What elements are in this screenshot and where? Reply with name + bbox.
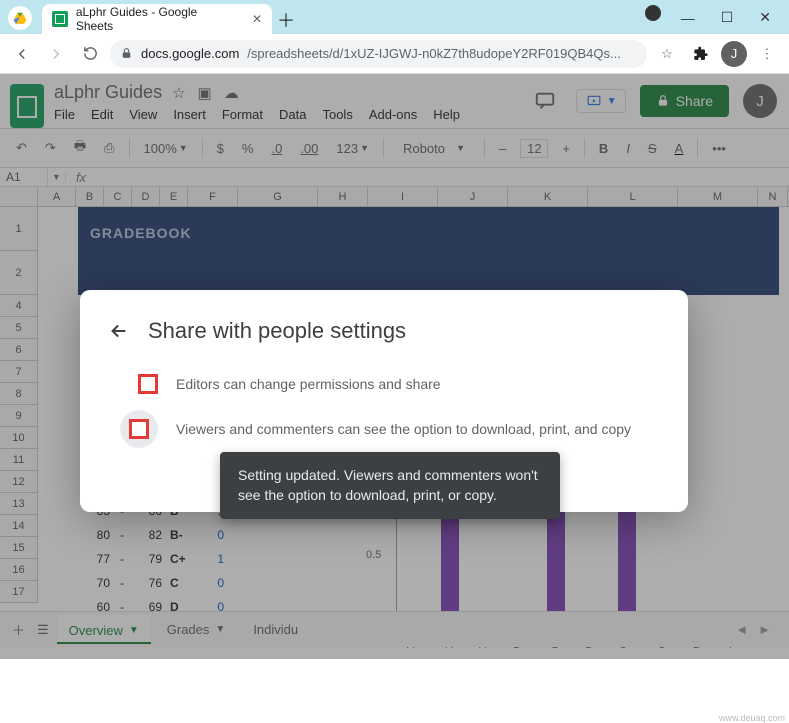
drive-icon — [8, 6, 32, 30]
url-host: docs.google.com — [141, 46, 239, 61]
setting-viewers-download[interactable]: Viewers and commenters can see the optio… — [108, 402, 660, 456]
back-button[interactable] — [8, 40, 36, 68]
window-controls: — ☐ ✕ — [681, 9, 789, 34]
tab-title: aLphr Guides - Google Sheets — [76, 5, 236, 33]
close-icon[interactable]: ✕ — [252, 12, 262, 26]
checkbox-icon[interactable] — [129, 419, 149, 439]
maximize-icon[interactable]: ☐ — [721, 9, 734, 26]
watermark: www.deuaq.com — [719, 713, 785, 723]
extensions-icon[interactable] — [687, 40, 715, 68]
setting-editors-permissions[interactable]: Editors can change permissions and share — [108, 366, 660, 402]
lock-icon — [120, 47, 133, 60]
sheets-icon — [52, 11, 68, 27]
bookmark-icon[interactable]: ☆ — [653, 40, 681, 68]
modal-title: Share with people settings — [148, 318, 406, 344]
new-tab-button[interactable]: ＋ — [272, 6, 300, 34]
reload-button[interactable] — [76, 40, 104, 68]
browser-toolbar: docs.google.com/spreadsheets/d/1xUZ-IJGW… — [0, 34, 789, 74]
setting-label: Viewers and commenters can see the optio… — [176, 421, 631, 437]
address-bar[interactable]: docs.google.com/spreadsheets/d/1xUZ-IJGW… — [110, 40, 647, 68]
checkbox-icon[interactable] — [138, 374, 158, 394]
close-window-icon[interactable]: ✕ — [759, 9, 771, 26]
browser-tab[interactable]: aLphr Guides - Google Sheets ✕ — [42, 4, 272, 34]
back-arrow-icon[interactable] — [108, 320, 130, 342]
url-path: /spreadsheets/d/1xUZ-IJGWJ-n0kZ7th8udope… — [247, 46, 621, 61]
shield-icon[interactable] — [645, 5, 661, 21]
setting-label: Editors can change permissions and share — [176, 376, 441, 392]
browser-menu-icon[interactable]: ⋮ — [753, 40, 781, 68]
profile-avatar[interactable]: J — [721, 41, 747, 67]
minimize-icon[interactable]: — — [681, 10, 695, 26]
window-titlebar: aLphr Guides - Google Sheets ✕ ＋ — ☐ ✕ — [0, 0, 789, 34]
toast-message: Setting updated. Viewers and commenters … — [220, 452, 560, 519]
forward-button[interactable] — [42, 40, 70, 68]
